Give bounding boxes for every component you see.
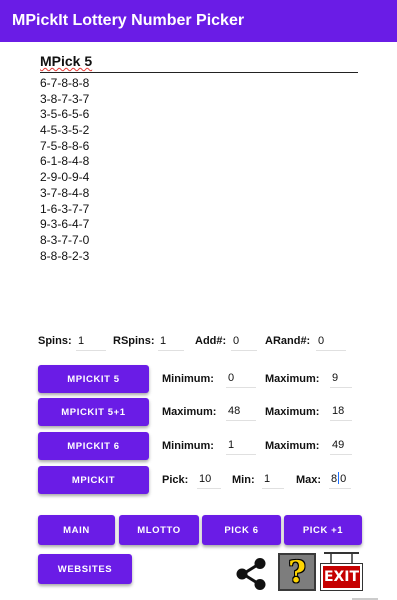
mpickit5plus1-button[interactable]: MPICKIT 5+1 [38, 398, 149, 426]
add-label: Add#: [195, 335, 227, 347]
min-field[interactable]: 1 [262, 469, 284, 489]
result-line: 3-5-6-5-6 [40, 107, 90, 122]
pickplus1-button[interactable]: PICK +1 [284, 515, 362, 545]
maximum-field[interactable]: 9 [330, 368, 352, 388]
pick-field[interactable]: 10 [197, 469, 221, 489]
result-line: 4-5-3-5-2 [40, 123, 90, 138]
maximum-field[interactable]: 18 [330, 401, 352, 421]
maximum-label: Maximum: [265, 406, 320, 418]
rspins-label: RSpins: [113, 335, 155, 347]
minimum-label: Minimum: [162, 440, 214, 452]
max-field-digit: 0 [340, 473, 347, 485]
result-line: 6-7-8-8-8 [40, 76, 90, 90]
add-field[interactable]: 0 [231, 331, 257, 351]
share-icon[interactable] [233, 557, 269, 591]
result-line: 1-6-3-7-7 [40, 201, 90, 216]
help-icon[interactable]: ? [278, 553, 316, 591]
maximum-label: Maximum: [265, 373, 320, 385]
arand-label: ARand#: [265, 335, 311, 347]
spins-field[interactable]: 1 [76, 331, 106, 351]
maximum-label: Maximum: [162, 406, 217, 418]
result-line: 7-5-8-8-6 [40, 138, 90, 153]
mpickit6-button[interactable]: MPICKIT 6 [38, 432, 149, 460]
mlotto-button[interactable]: MLOTTO [119, 515, 199, 545]
arand-field[interactable]: 0 [316, 331, 346, 351]
max-label: Max: [296, 474, 322, 486]
maximum-field[interactable]: 48 [226, 401, 256, 421]
question-mark-glyph: ? [288, 554, 306, 590]
results-title: MPick 5 [40, 53, 358, 73]
rspins-field[interactable]: 1 [158, 331, 184, 351]
text-cursor [338, 472, 340, 484]
websites-button[interactable]: WEBSITES [38, 554, 132, 584]
result-line: 3-7-8-4-8 [40, 185, 90, 200]
minimum-field[interactable]: 0 [226, 368, 256, 388]
results-title-text: MPick 5 [40, 53, 93, 69]
main-button[interactable]: MAIN [38, 515, 115, 545]
spins-label: Spins: [38, 335, 72, 347]
min-label: Min: [232, 474, 255, 486]
result-line: 6-1-8-4-8 [40, 154, 90, 169]
mpickit5-button[interactable]: MPICKIT 5 [38, 365, 149, 393]
maximum-label: Maximum: [265, 440, 320, 452]
result-line: 8-3-7-7-0 [40, 232, 90, 247]
results-list: 6-7-8-8-8 3-8-7-3-7 3-5-6-5-6 4-5-3-5-2 … [40, 76, 89, 264]
exit-icon[interactable]: EXIT [320, 552, 363, 591]
pick6-button[interactable]: PICK 6 [202, 515, 281, 545]
pick-label: Pick: [162, 474, 189, 486]
app-title-bar: MPickIt Lottery Number Picker [0, 0, 397, 42]
minimum-field[interactable]: 1 [226, 435, 256, 455]
result-line: 2-9-0-9-4 [40, 170, 90, 185]
minimum-label: Minimum: [162, 373, 214, 385]
exit-sign: EXIT [320, 563, 363, 591]
mpickit-button[interactable]: MPICKIT [38, 466, 149, 494]
result-line: 3-8-7-3-7 [40, 91, 90, 106]
max-field[interactable]: 80 [329, 469, 351, 489]
app-title: MPickIt Lottery Number Picker [12, 12, 245, 29]
result-line: 8-8-8-2-3 [40, 248, 90, 263]
result-line: 9-3-6-4-7 [40, 217, 90, 232]
maximum-field[interactable]: 49 [330, 435, 352, 455]
max-field-digit: 8 [331, 473, 338, 485]
